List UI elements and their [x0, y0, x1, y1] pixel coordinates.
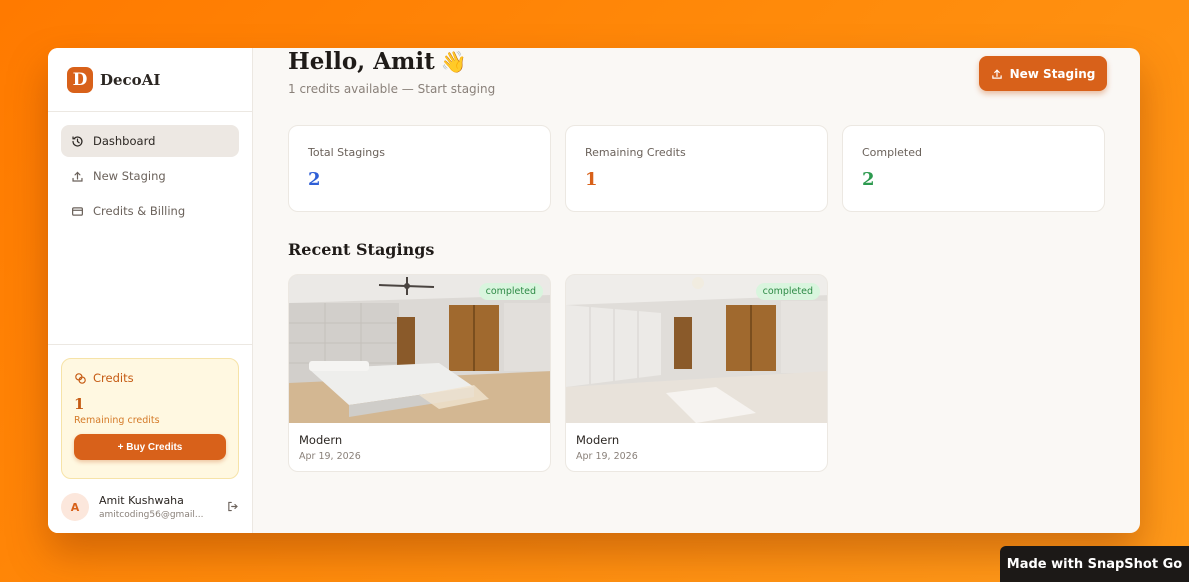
- buy-credits-button[interactable]: + Buy Credits: [74, 434, 226, 460]
- logout-icon: [228, 501, 238, 511]
- staging-thumbnail: completed: [566, 275, 827, 423]
- upload-icon: [991, 68, 1002, 79]
- staging-date: Apr 19, 2026: [576, 451, 638, 462]
- credits-title: Credits: [93, 371, 134, 385]
- stat-card-total-stagings: Total Stagings 2: [288, 125, 551, 212]
- stat-label: Completed: [862, 146, 922, 159]
- stat-label: Total Stagings: [308, 146, 385, 159]
- user-email: amitcoding56@gmail...: [99, 510, 204, 520]
- stat-card-completed: Completed 2: [842, 125, 1105, 212]
- sidebar-footer: Credits 1 Remaining credits + Buy Credit…: [48, 344, 252, 521]
- user-profile: A Amit Kushwaha amitcoding56@gmail...: [61, 491, 239, 523]
- staging-style: Modern: [576, 433, 620, 447]
- sidebar-item-credits-billing[interactable]: Credits & Billing: [61, 195, 239, 227]
- brand[interactable]: D DecoAI: [48, 48, 252, 112]
- page-title: Hello, Amit 👋: [288, 48, 467, 75]
- sidebar-item-dashboard[interactable]: Dashboard: [61, 125, 239, 157]
- page-subtitle: 1 credits available — Start staging: [288, 82, 496, 96]
- credits-subtitle: Remaining credits: [74, 415, 160, 426]
- staging-card-body: Modern Apr 19, 2026: [566, 423, 827, 471]
- credits-header: Credits: [74, 371, 226, 385]
- waving-hand-icon: 👋: [440, 48, 467, 74]
- recent-stagings-grid: completed Modern Apr 19, 2026 completed …: [288, 274, 828, 472]
- main-content: Hello, Amit 👋 1 credits available — Star…: [253, 48, 1140, 533]
- sidebar: D DecoAI Dashboard New Staging Credits &…: [48, 48, 253, 533]
- status-badge: completed: [755, 283, 820, 300]
- sidebar-item-label: Dashboard: [93, 134, 156, 148]
- new-staging-label: New Staging: [1009, 66, 1096, 81]
- app-window: D DecoAI Dashboard New Staging Credits &…: [48, 48, 1140, 533]
- stat-value: 1: [585, 169, 598, 190]
- staging-card[interactable]: completed Modern Apr 19, 2026: [288, 274, 551, 472]
- brand-logo: D: [67, 66, 93, 93]
- stat-value: 2: [862, 169, 875, 190]
- staging-date: Apr 19, 2026: [299, 451, 361, 462]
- staging-style: Modern: [299, 433, 343, 447]
- stat-label: Remaining Credits: [585, 146, 686, 159]
- status-badge: completed: [478, 283, 543, 300]
- staging-card[interactable]: completed Modern Apr 19, 2026: [565, 274, 828, 472]
- avatar[interactable]: A: [61, 493, 89, 521]
- watermark-badge: Made with SnapShot Go: [1000, 546, 1189, 582]
- credits-card: Credits 1 Remaining credits + Buy Credit…: [61, 358, 239, 479]
- staging-thumbnail: completed: [289, 275, 550, 423]
- credits-value: 1: [74, 395, 85, 413]
- stat-card-remaining-credits: Remaining Credits 1: [565, 125, 828, 212]
- sidebar-item-label: New Staging: [93, 169, 166, 183]
- history-icon: [72, 135, 83, 147]
- staging-card-body: Modern Apr 19, 2026: [289, 423, 550, 471]
- new-staging-button[interactable]: New Staging: [979, 56, 1107, 91]
- upload-icon: [72, 171, 83, 182]
- logout-button[interactable]: [226, 498, 239, 517]
- stat-value: 2: [308, 169, 321, 190]
- sidebar-item-label: Credits & Billing: [93, 204, 186, 218]
- section-title: Recent Stagings: [288, 240, 435, 259]
- sidebar-nav: Dashboard New Staging Credits & Billing: [48, 112, 252, 227]
- credit-card-icon: [72, 206, 83, 216]
- stats-row: Total Stagings 2 Remaining Credits 1 Com…: [288, 125, 1105, 212]
- coins-icon: [75, 372, 86, 384]
- user-name: Amit Kushwaha: [99, 494, 184, 507]
- greeting-text: Hello, Amit: [288, 48, 435, 75]
- sidebar-item-new-staging[interactable]: New Staging: [61, 160, 239, 192]
- brand-name: DecoAI: [100, 70, 161, 89]
- user-info: Amit Kushwaha amitcoding56@gmail...: [99, 494, 226, 520]
